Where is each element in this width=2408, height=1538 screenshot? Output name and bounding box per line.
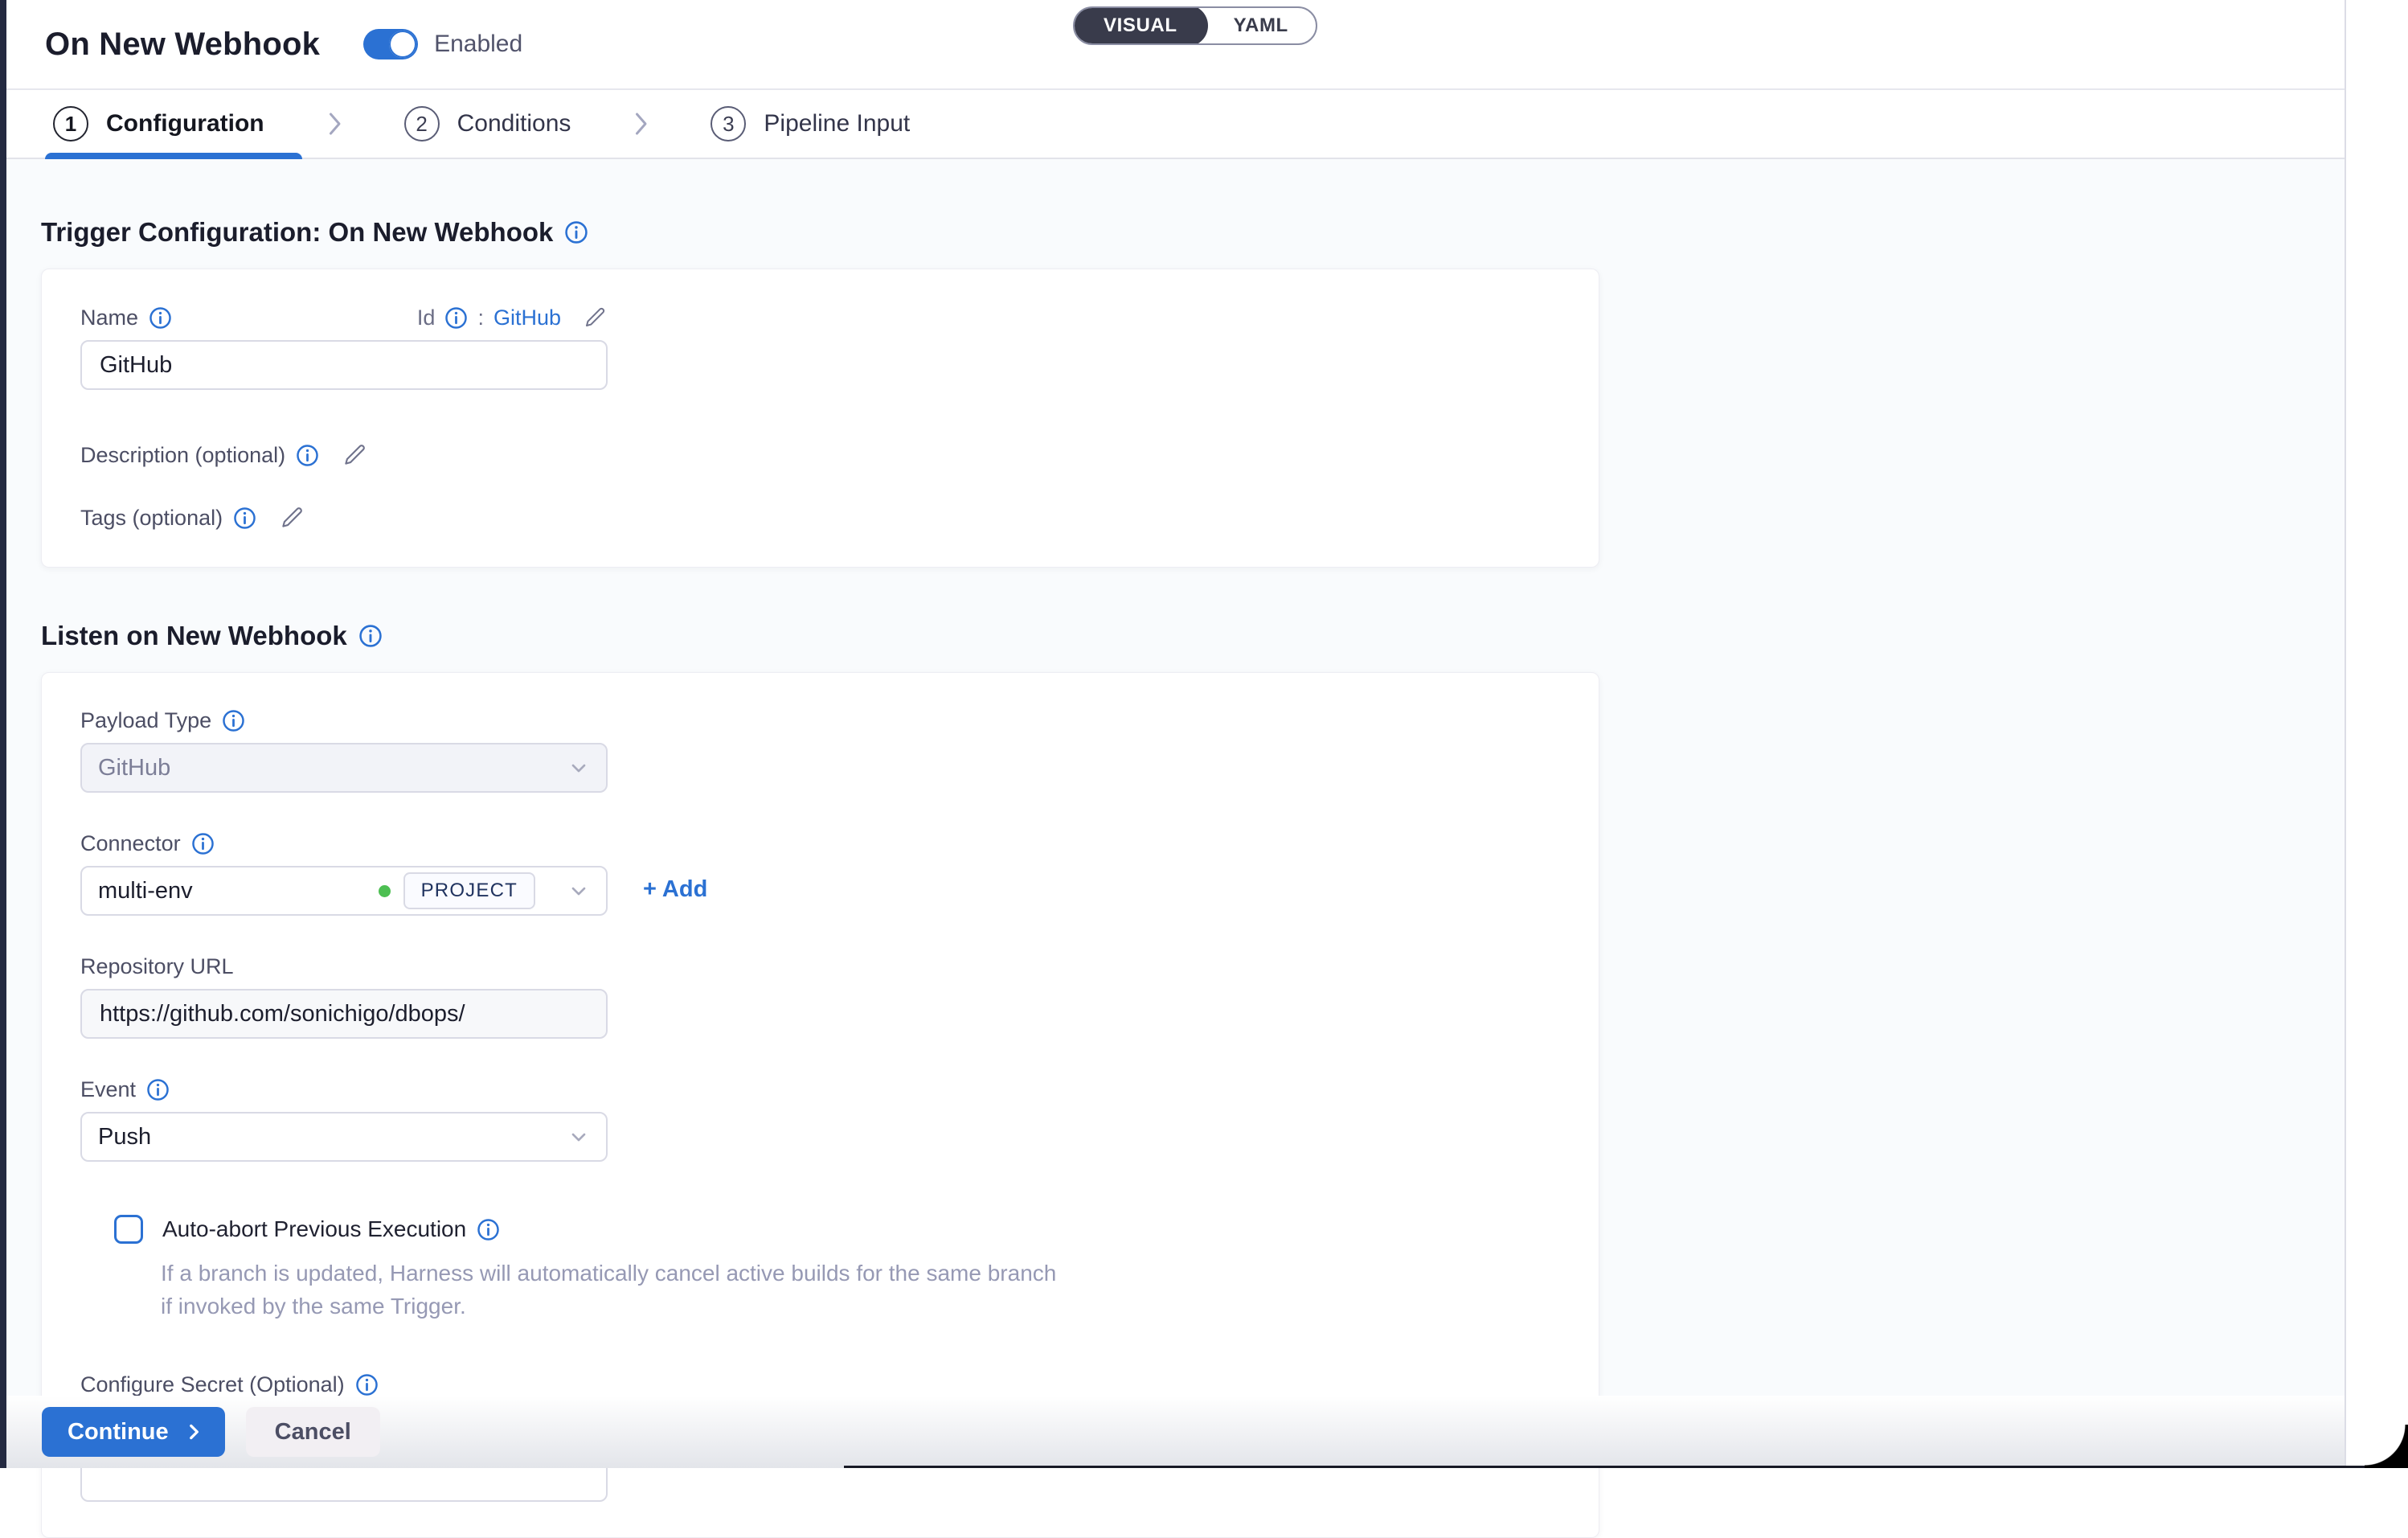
info-icon[interactable] — [146, 1078, 170, 1101]
edit-tags-pencil-icon[interactable] — [278, 504, 305, 531]
event-value: Push — [98, 1124, 558, 1150]
step-label: Pipeline Input — [764, 110, 910, 137]
page-title: On New Webhook — [45, 27, 320, 63]
step-number-badge: 3 — [711, 106, 746, 141]
payload-type-select: GitHub — [80, 743, 608, 793]
name-input[interactable] — [80, 340, 608, 390]
edit-description-pencil-icon[interactable] — [341, 441, 368, 469]
name-label-group: Name — [80, 306, 172, 330]
trigger-wizard-drawer: On New Webhook Enabled VISUAL YAML 1 Con… — [6, 0, 2345, 1468]
chevron-right-icon — [183, 1421, 204, 1442]
step-label: Configuration — [106, 110, 264, 137]
connector-select[interactable]: multi-env PROJECT — [80, 866, 608, 916]
event-label: Event — [80, 1077, 136, 1102]
repo-url-label: Repository URL — [80, 954, 234, 979]
name-label: Name — [80, 306, 138, 330]
connector-row: multi-env PROJECT + Add — [80, 856, 1560, 916]
description-label-group: Description (optional) — [80, 443, 319, 468]
connector-value: multi-env — [98, 878, 379, 904]
wizard-tabs: 1 Configuration 2 Conditions 3 Pipeline … — [6, 90, 2345, 159]
auto-abort-help-text: If a branch is updated, Harness will aut… — [161, 1257, 1560, 1323]
connector-status-dot — [379, 885, 391, 897]
id-separator: : — [477, 306, 484, 330]
info-icon[interactable] — [358, 624, 383, 648]
trigger-configuration-card: Name Id : GitHub Description (optional) — [41, 269, 1599, 568]
wizard-footer: Continue Cancel — [6, 1396, 2345, 1468]
listen-section-title: Listen on New Webhook — [41, 621, 2345, 651]
active-tab-indicator — [45, 153, 302, 159]
chevron-down-icon — [567, 880, 590, 902]
payload-type-value: GitHub — [98, 755, 558, 781]
connector-label-group: Connector — [80, 831, 1560, 856]
repo-url-input[interactable] — [80, 989, 608, 1039]
step-label: Conditions — [457, 110, 571, 137]
yaml-toggle-button[interactable]: YAML — [1206, 6, 1316, 45]
name-id-row: Name Id : GitHub — [80, 305, 608, 330]
chevron-right-icon — [322, 109, 346, 138]
auto-abort-label: Auto-abort Previous Execution — [162, 1216, 466, 1242]
section-title-text: Trigger Configuration: On New Webhook — [41, 217, 553, 248]
enabled-toggle-group: Enabled — [363, 29, 522, 59]
info-icon[interactable] — [296, 444, 319, 467]
tags-row: Tags (optional) — [80, 504, 1560, 531]
repo-url-label-group: Repository URL — [80, 954, 1560, 979]
continue-button[interactable]: Continue — [42, 1407, 225, 1457]
enabled-toggle[interactable] — [363, 29, 418, 59]
drawer-header: On New Webhook Enabled VISUAL YAML — [6, 0, 2345, 90]
edit-id-pencil-icon[interactable] — [582, 305, 608, 330]
connector-scope-badge: PROJECT — [403, 872, 535, 909]
auto-abort-checkbox[interactable] — [114, 1215, 143, 1244]
info-icon[interactable] — [222, 709, 245, 732]
cancel-label: Cancel — [275, 1419, 351, 1446]
add-connector-button[interactable]: + Add — [643, 876, 707, 903]
tab-conditions[interactable]: 2 Conditions — [404, 106, 571, 141]
info-icon[interactable] — [191, 832, 215, 855]
payload-type-label: Payload Type — [80, 708, 211, 733]
visual-yaml-toggle: VISUAL YAML — [1073, 6, 1317, 45]
help-line: If a branch is updated, Harness will aut… — [161, 1257, 1560, 1290]
payload-type-label-group: Payload Type — [80, 708, 1560, 733]
continue-label: Continue — [68, 1419, 169, 1446]
window-left-edge — [0, 0, 6, 1468]
info-icon[interactable] — [149, 306, 172, 330]
trigger-configuration-section-title: Trigger Configuration: On New Webhook — [41, 217, 2345, 248]
step-number-badge: 2 — [404, 106, 440, 141]
description-row: Description (optional) — [80, 441, 1560, 469]
info-icon[interactable] — [564, 220, 588, 244]
help-line: if invoked by the same Trigger. — [161, 1290, 1560, 1323]
id-value-link[interactable]: GitHub — [493, 306, 561, 330]
wizard-content: Trigger Configuration: On New Webhook Na… — [6, 217, 2345, 1538]
id-group: Id : GitHub — [417, 305, 608, 330]
tab-configuration[interactable]: 1 Configuration — [53, 106, 264, 141]
tags-label: Tags (optional) — [80, 506, 223, 531]
tags-label-group: Tags (optional) — [80, 506, 256, 531]
chevron-down-icon — [567, 757, 590, 779]
enabled-label: Enabled — [434, 31, 522, 58]
tab-pipeline-input[interactable]: 3 Pipeline Input — [711, 106, 910, 141]
info-icon[interactable] — [355, 1373, 379, 1397]
secret-label-group: Configure Secret (Optional) — [80, 1372, 1560, 1397]
chevron-right-icon — [629, 109, 653, 138]
cancel-button[interactable]: Cancel — [246, 1407, 380, 1457]
step-number-badge: 1 — [53, 106, 88, 141]
toggle-knob — [389, 31, 416, 58]
chevron-down-icon — [567, 1126, 590, 1148]
info-icon[interactable] — [233, 507, 256, 530]
section-title-text: Listen on New Webhook — [41, 621, 347, 651]
window-rounded-corner — [2365, 1425, 2408, 1468]
background-page-strip — [2345, 0, 2408, 1468]
info-icon[interactable] — [444, 306, 468, 330]
description-label: Description (optional) — [80, 443, 285, 468]
visual-toggle-button[interactable]: VISUAL — [1073, 6, 1208, 45]
connector-label: Connector — [80, 831, 181, 856]
event-label-group: Event — [80, 1077, 1560, 1102]
id-label: Id — [417, 306, 436, 330]
info-icon[interactable] — [477, 1218, 500, 1241]
secret-label: Configure Secret (Optional) — [80, 1372, 345, 1397]
auto-abort-row: Auto-abort Previous Execution — [114, 1215, 1560, 1244]
auto-abort-label-group: Auto-abort Previous Execution — [162, 1216, 500, 1242]
event-select[interactable]: Push — [80, 1112, 608, 1162]
